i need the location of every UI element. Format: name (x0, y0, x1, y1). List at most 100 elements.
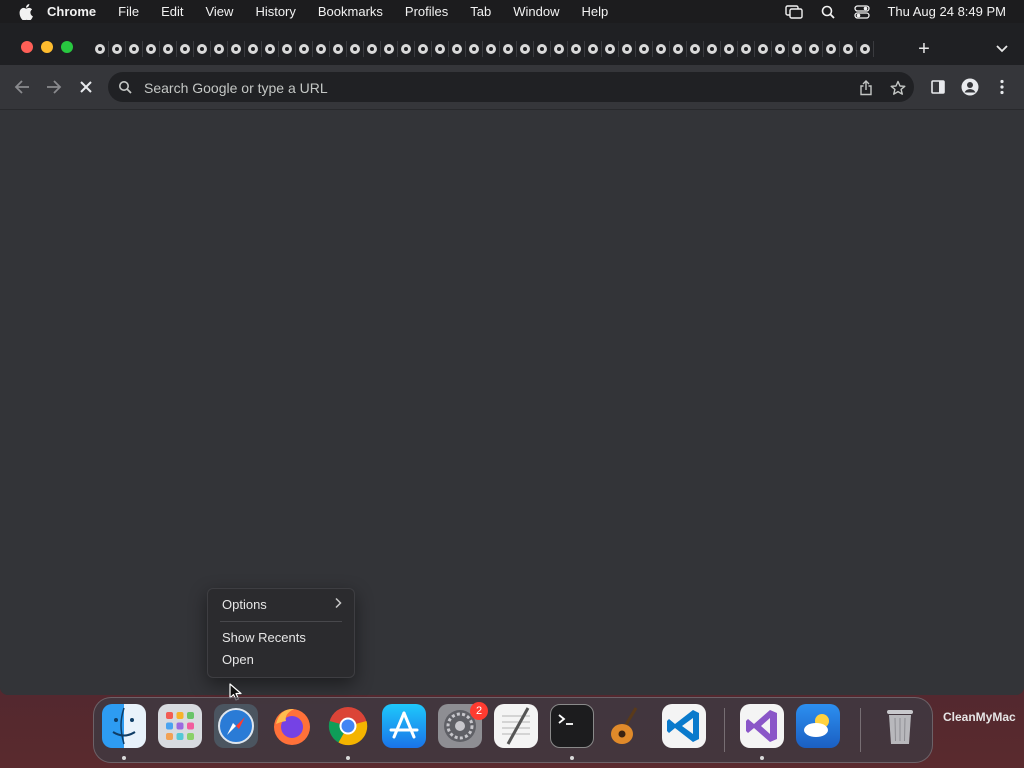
browser-tab[interactable] (126, 41, 143, 57)
browser-tab[interactable] (432, 41, 449, 57)
browser-tab[interactable] (840, 41, 857, 57)
tab-favicon-icon (95, 44, 105, 54)
tab-favicon-icon (707, 44, 717, 54)
browser-tab[interactable] (262, 41, 279, 57)
dock-app-textedit[interactable] (494, 704, 538, 748)
browser-tab[interactable] (228, 41, 245, 57)
menu-tab[interactable]: Tab (459, 0, 502, 23)
minimize-window-button[interactable] (41, 41, 53, 53)
close-window-button[interactable] (21, 41, 33, 53)
tab-favicon-icon (469, 44, 479, 54)
tab-search-chevron-icon[interactable] (990, 39, 1014, 59)
browser-tab[interactable] (483, 41, 500, 57)
browser-tab[interactable] (449, 41, 466, 57)
browser-tab[interactable] (347, 41, 364, 57)
dock-app-garageband[interactable] (606, 704, 650, 748)
browser-tab[interactable] (619, 41, 636, 57)
context-menu-item-show-recents[interactable]: Show Recents (222, 629, 306, 647)
browser-tab[interactable] (823, 41, 840, 57)
dock-app-terminal[interactable] (550, 704, 594, 748)
back-arrow-icon[interactable] (10, 75, 34, 99)
browser-tab[interactable] (415, 41, 432, 57)
browser-tab[interactable] (92, 41, 109, 57)
browser-tab[interactable] (517, 41, 534, 57)
browser-tab[interactable] (364, 41, 381, 57)
browser-tab[interactable] (755, 41, 772, 57)
browser-tab[interactable] (279, 41, 296, 57)
menu-profiles[interactable]: Profiles (394, 0, 459, 23)
dock-app-vscode[interactable] (662, 704, 706, 748)
tab-strip: + (0, 23, 1024, 65)
browser-tab[interactable] (177, 41, 194, 57)
menu-view[interactable]: View (194, 0, 244, 23)
browser-tab[interactable] (551, 41, 568, 57)
dock-app-trash[interactable] (878, 704, 922, 748)
browser-tab[interactable] (500, 41, 517, 57)
browser-tab[interactable] (330, 41, 347, 57)
browser-tab[interactable] (381, 41, 398, 57)
dock-app-app-store[interactable] (382, 704, 426, 748)
menu-window[interactable]: Window (502, 0, 570, 23)
kebab-menu-icon[interactable] (990, 75, 1014, 99)
omnibox[interactable] (108, 72, 914, 104)
browser-tab[interactable] (296, 41, 313, 57)
browser-tab[interactable] (772, 41, 789, 57)
menu-help[interactable]: Help (571, 0, 620, 23)
bookmark-star-icon[interactable] (888, 78, 908, 98)
spotlight-icon[interactable] (817, 0, 839, 23)
dock-app-chrome[interactable] (326, 704, 370, 748)
apple-icon[interactable] (16, 0, 36, 23)
browser-tab[interactable] (721, 41, 738, 57)
context-menu-item-options[interactable]: Options (222, 596, 267, 614)
tab-favicon-icon (690, 44, 700, 54)
browser-tab[interactable] (194, 41, 211, 57)
browser-tab[interactable] (160, 41, 177, 57)
dock-app-launchpad[interactable] (158, 704, 202, 748)
profile-avatar-icon[interactable] (958, 75, 982, 99)
dock-app-firefox[interactable] (270, 704, 314, 748)
browser-tab[interactable] (738, 41, 755, 57)
dock-app-finder[interactable] (102, 704, 146, 748)
tab-favicon-icon (809, 44, 819, 54)
browser-tab[interactable] (857, 41, 874, 57)
browser-tab[interactable] (568, 41, 585, 57)
browser-tab[interactable] (398, 41, 415, 57)
zoom-window-button[interactable] (61, 41, 73, 53)
browser-tab[interactable] (585, 41, 602, 57)
menu-app-name[interactable]: Chrome (36, 0, 107, 23)
browser-tab[interactable] (636, 41, 653, 57)
dock-app-visual-studio[interactable] (740, 704, 784, 748)
browser-tab[interactable] (653, 41, 670, 57)
browser-tab[interactable] (245, 41, 262, 57)
stop-loading-icon[interactable] (74, 75, 98, 99)
menu-history[interactable]: History (244, 0, 306, 23)
control-center-icon[interactable] (851, 0, 873, 23)
browser-tab[interactable] (109, 41, 126, 57)
browser-tab[interactable] (534, 41, 551, 57)
dock-app-safari[interactable] (214, 704, 258, 748)
screen-mirroring-icon[interactable] (783, 0, 805, 23)
menu-bookmarks[interactable]: Bookmarks (307, 0, 394, 23)
browser-tab[interactable] (670, 41, 687, 57)
browser-tab[interactable] (211, 41, 228, 57)
dock-app-cleanmymac[interactable] (796, 704, 840, 748)
browser-tab[interactable] (789, 41, 806, 57)
menubar-clock[interactable]: Thu Aug 24 8:49 PM (887, 4, 1006, 19)
menu-file[interactable]: File (107, 0, 150, 23)
share-icon[interactable] (856, 78, 876, 98)
browser-tab[interactable] (687, 41, 704, 57)
context-menu-item-open[interactable]: Open (222, 651, 254, 669)
page-content[interactable] (0, 110, 1024, 695)
browser-tab[interactable] (466, 41, 483, 57)
forward-arrow-icon[interactable] (42, 75, 66, 99)
new-tab-button[interactable]: + (912, 37, 936, 61)
browser-tab[interactable] (602, 41, 619, 57)
browser-tab[interactable] (313, 41, 330, 57)
dock-separator (860, 708, 861, 752)
side-panel-icon[interactable] (926, 75, 950, 99)
browser-tab[interactable] (704, 41, 721, 57)
menu-edit[interactable]: Edit (150, 0, 194, 23)
browser-tab[interactable] (806, 41, 823, 57)
browser-tab[interactable] (143, 41, 160, 57)
omnibox-input[interactable] (142, 72, 836, 104)
